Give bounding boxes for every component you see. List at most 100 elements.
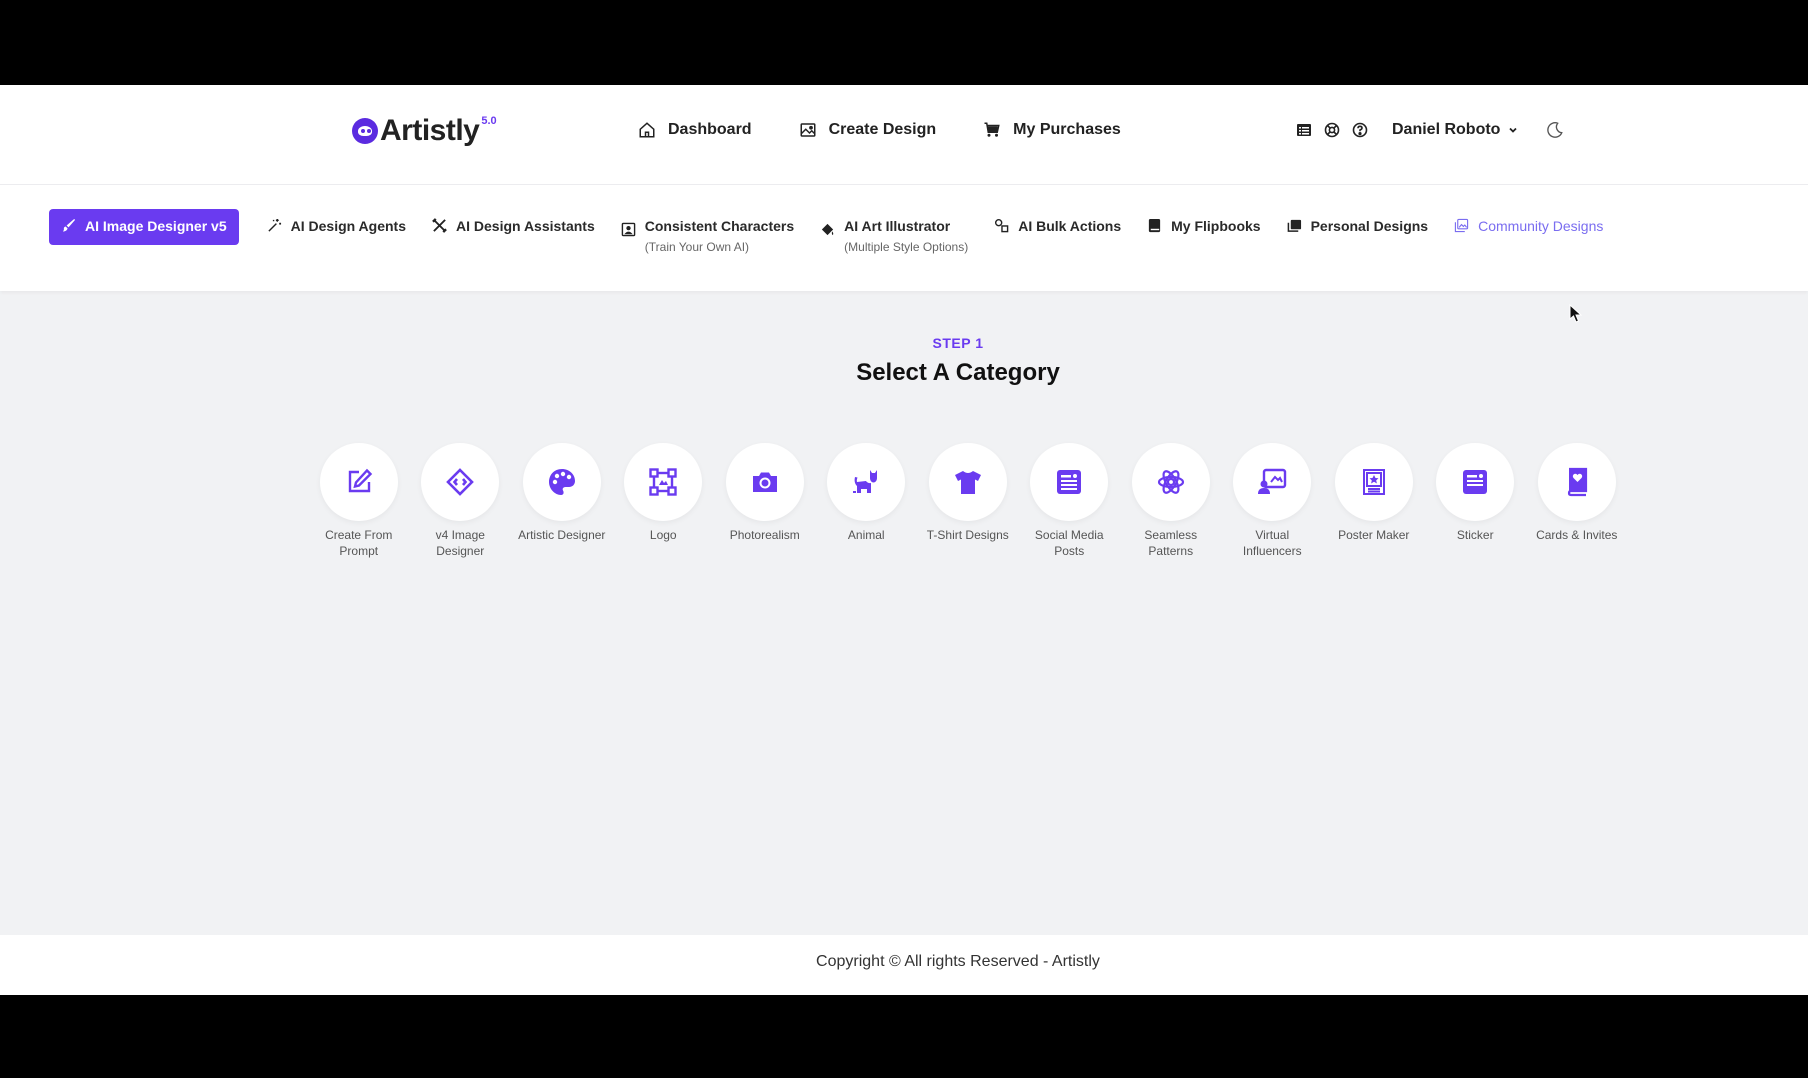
category-icon-circle — [928, 443, 1007, 521]
shapes-icon — [995, 218, 1009, 233]
diamond-code-icon — [446, 468, 475, 496]
footer: Copyright © All rights Reserved - Artist… — [0, 935, 1808, 995]
tab-ai-bulk-actions-label: AI Bulk Actions — [1018, 218, 1122, 234]
category-virtual-influencers[interactable]: Virtual Influencers — [1222, 443, 1324, 559]
tab-consistent-characters-label: Consistent Characters — [644, 218, 795, 234]
category-photorealism[interactable]: Photorealism — [714, 443, 816, 559]
header-right: Daniel Roboto — [1296, 118, 1564, 142]
nav-dashboard[interactable]: Dashboard — [638, 118, 752, 142]
category-poster-maker[interactable]: Poster Maker — [1323, 443, 1425, 559]
category-cards-invites[interactable]: Cards & Invites — [1526, 443, 1628, 559]
portrait-icon — [621, 222, 636, 237]
camera-icon — [752, 472, 777, 492]
home-icon — [639, 122, 655, 138]
logo[interactable]: Artistly 5.0 — [352, 111, 497, 151]
sticker-icon — [1463, 470, 1488, 494]
category-logo[interactable]: Logo — [613, 443, 715, 559]
step-title: Select A Category — [856, 359, 1060, 386]
category-icon-circle — [1537, 443, 1616, 521]
tab-ai-image-designer[interactable]: AI Image Designer v5 — [49, 209, 239, 245]
tab-my-flipbooks[interactable]: My Flipbooks — [1147, 209, 1261, 234]
category-label: Logo — [649, 528, 677, 542]
gallery-icon — [1454, 218, 1469, 233]
category-icon-circle — [1131, 443, 1210, 521]
question-icon[interactable] — [1352, 122, 1368, 138]
tshirt-icon — [954, 471, 981, 494]
header: Artistly 5.0 Dashboard Create Design My … — [0, 85, 1808, 185]
nav-create-design-label: Create Design — [828, 121, 937, 138]
list-icon[interactable] — [1296, 122, 1312, 138]
moon-icon[interactable] — [1546, 121, 1564, 139]
category-icon-circle — [1030, 443, 1109, 521]
fill-icon — [822, 223, 834, 236]
nav-my-purchases[interactable]: My Purchases — [983, 118, 1121, 142]
cat-icon — [853, 470, 878, 493]
post-card-icon — [1057, 470, 1082, 494]
category-list: Create From Prompt v4 Image Designer Art… — [308, 443, 1628, 559]
step-label: STEP 1 — [932, 335, 984, 351]
logo-mark-icon — [352, 118, 378, 144]
category-label: T-Shirt Designs — [926, 528, 1009, 542]
tab-ai-art-illustrator[interactable]: AI Art Illustrator (Multiple Style Optio… — [820, 209, 968, 254]
app: Artistly 5.0 Dashboard Create Design My … — [0, 85, 1808, 995]
tab-personal-designs-label: Personal Designs — [1310, 218, 1429, 234]
tab-ai-design-agents[interactable]: AI Design Agents — [267, 209, 406, 234]
category-label: Sticker — [1456, 528, 1494, 542]
chevron-down-icon — [1509, 127, 1518, 133]
tools-icon — [432, 218, 447, 233]
category-icon-circle — [827, 443, 906, 521]
tab-ai-art-illustrator-sub: (Multiple Style Options) — [844, 240, 969, 254]
letterbox-top — [0, 0, 1808, 85]
tab-ai-image-designer-label: AI Image Designer v5 — [85, 218, 227, 234]
tab-personal-designs[interactable]: Personal Designs — [1287, 209, 1429, 234]
category-animal[interactable]: Animal — [816, 443, 918, 559]
tab-ai-design-assistants[interactable]: AI Design Assistants — [432, 209, 595, 234]
category-sticker[interactable]: Sticker — [1425, 443, 1527, 559]
category-label: Seamless Patterns — [1144, 528, 1198, 558]
user-menu[interactable]: Daniel Roboto — [1392, 121, 1518, 139]
category-icon-circle — [421, 443, 500, 521]
tab-community-designs[interactable]: Community Designs — [1454, 209, 1603, 234]
nav-create-design[interactable]: Create Design — [799, 118, 937, 142]
tab-ai-design-assistants-label: AI Design Assistants — [456, 218, 595, 234]
image-icon — [800, 123, 816, 137]
category-icon-circle — [1233, 443, 1312, 521]
category-icon-circle — [319, 443, 398, 521]
category-label: v4 Image Designer — [435, 528, 485, 558]
poster-icon — [1362, 469, 1385, 495]
tab-ai-design-agents-label: AI Design Agents — [290, 218, 407, 234]
logo-version: 5.0 — [481, 115, 497, 127]
nav-my-purchases-label: My Purchases — [1013, 121, 1121, 138]
category-label: Artistic Designer — [518, 528, 606, 542]
mouse-cursor-icon — [1569, 304, 1582, 323]
category-label: Photorealism — [729, 528, 800, 542]
secondary-nav-tabs: AI Image Designer v5 AI Design Agents AI… — [49, 209, 1629, 254]
help-ring-icon[interactable] — [1324, 122, 1340, 138]
tab-consistent-characters-sub: (Train Your Own AI) — [644, 240, 750, 254]
category-label: Create From Prompt — [325, 528, 393, 558]
secondary-nav: AI Image Designer v5 AI Design Agents AI… — [0, 185, 1808, 291]
category-label: Poster Maker — [1338, 528, 1410, 542]
vector-square-icon — [649, 468, 677, 496]
copyright-text: Copyright © All rights Reserved - Artist… — [816, 953, 1100, 970]
category-label: Virtual Influencers — [1242, 528, 1302, 558]
tab-community-designs-label: Community Designs — [1478, 218, 1604, 234]
category-label: Animal — [847, 528, 885, 542]
palette-icon — [548, 469, 575, 495]
category-social-media-posts[interactable]: Social Media Posts — [1019, 443, 1121, 559]
nav-dashboard-label: Dashboard — [668, 121, 752, 138]
book-icon — [1149, 218, 1161, 233]
tab-ai-bulk-actions[interactable]: AI Bulk Actions — [994, 209, 1121, 234]
category-seamless-patterns[interactable]: Seamless Patterns — [1120, 443, 1222, 559]
category-create-from-prompt[interactable]: Create From Prompt — [308, 443, 410, 559]
category-label: Social Media Posts — [1034, 528, 1104, 558]
category-icon-circle — [522, 443, 601, 521]
images-icon — [1287, 219, 1301, 232]
category-v4-image-designer[interactable]: v4 Image Designer — [410, 443, 512, 559]
user-name: Daniel Roboto — [1392, 121, 1501, 138]
category-artistic-designer[interactable]: Artistic Designer — [511, 443, 613, 559]
card-heart-icon — [1567, 467, 1587, 497]
category-tshirt-designs[interactable]: T-Shirt Designs — [917, 443, 1019, 559]
tab-consistent-characters[interactable]: Consistent Characters (Train Your Own AI… — [621, 209, 794, 254]
presenter-icon — [1258, 468, 1287, 494]
